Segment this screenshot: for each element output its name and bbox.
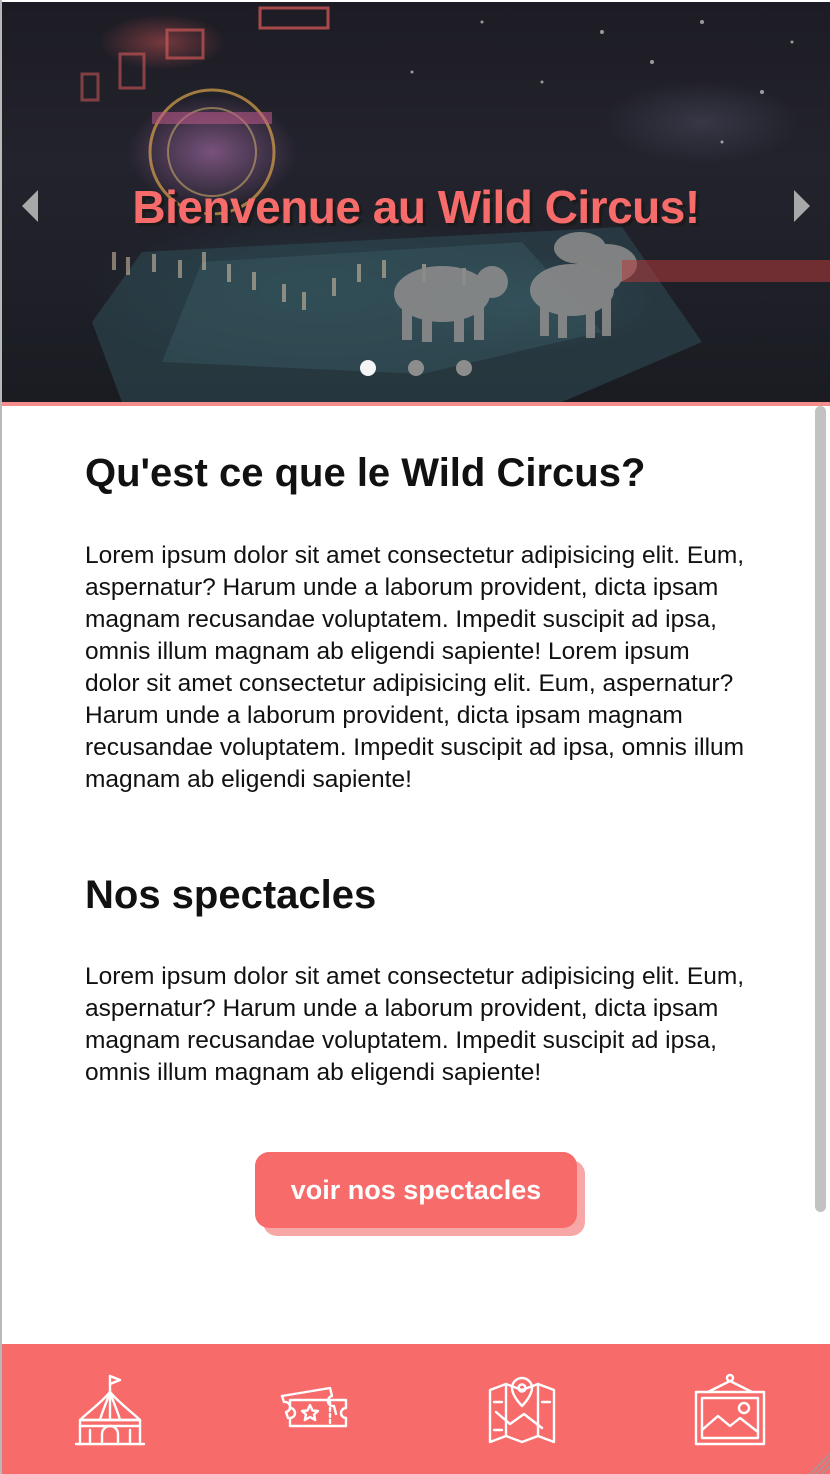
carousel-dot-2[interactable] [408,360,424,376]
nav-item-circus[interactable] [72,1372,148,1448]
circus-tent-icon [74,1374,146,1446]
nav-item-gallery[interactable] [692,1372,768,1448]
carousel-dot-1[interactable] [360,360,376,376]
section-heading-shows: Nos spectacles [85,873,377,917]
section-heading-about: Qu'est ce que le Wild Circus? [85,451,646,495]
nav-item-map[interactable] [484,1372,560,1448]
carousel-indicators [360,360,472,376]
nav-item-tickets[interactable] [276,1372,352,1448]
ticket-icon [280,1386,348,1428]
section-body-shows: Lorem ipsum dolor sit amet consectetur a… [85,963,745,1086]
bottom-navigation [2,1344,830,1474]
carousel-prev-arrow-icon[interactable] [22,190,38,222]
see-shows-button[interactable]: voir nos spectacles [255,1152,577,1228]
carousel-next-arrow-icon[interactable] [794,190,810,222]
carousel-dot-3[interactable] [456,360,472,376]
hero-divider [2,402,830,406]
gallery-frame-icon [694,1373,766,1446]
scrollbar-thumb[interactable] [815,406,826,1212]
map-icon [488,1376,556,1444]
section-body-about: Lorem ipsum dolor sit amet consectetur a… [85,542,745,793]
hero-title: Bienvenue au Wild Circus! [132,181,700,233]
resize-grip-icon[interactable] [806,1450,830,1474]
page: Bienvenue au Wild Circus! Qu'est ce que … [0,0,830,1474]
hero-carousel: Bienvenue au Wild Circus! [2,2,830,402]
